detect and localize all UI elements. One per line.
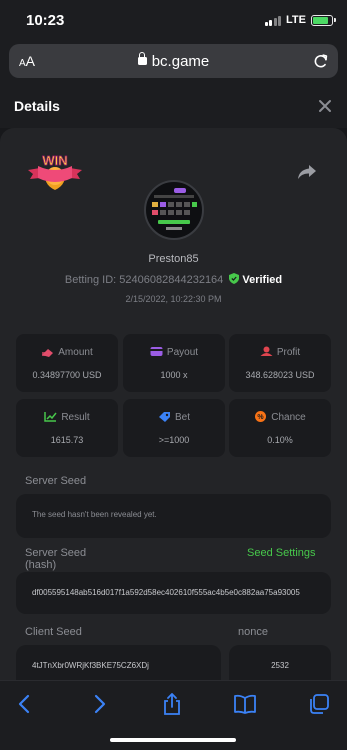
stat-label: % Chance [229, 411, 331, 423]
stat-value: 0.10% [267, 435, 293, 445]
betting-id-value: 52406082844232164 [119, 274, 224, 286]
profit-icon [260, 346, 273, 356]
stat-label-text: Payout [166, 347, 199, 358]
server-seed-field: The seed hasn't been revealed yet. [16, 494, 331, 538]
stat-card-payout: Payout 1000 x [123, 334, 225, 392]
stat-value: 348.628023 USD [245, 370, 315, 380]
stat-label: Result [16, 411, 118, 423]
bet-date: 2/15/2022, 10:22:30 PM [125, 294, 222, 304]
verified-shield-icon [229, 273, 240, 284]
stat-value: >=1000 [158, 435, 190, 445]
lock-icon [137, 52, 147, 65]
stat-label-text: Result [61, 412, 90, 423]
server-seed-hash-label: Server Seed (hash) [25, 547, 86, 571]
win-badge: WIN [28, 153, 82, 190]
status-indicators: LTE [264, 14, 336, 26]
avatar [144, 180, 204, 240]
network-label: LTE [286, 14, 306, 26]
browser-address-area: AA bc.game [0, 40, 347, 86]
avatar-image [152, 188, 197, 230]
stat-label: Profit [229, 346, 331, 358]
result-icon [44, 412, 57, 422]
stat-card-amount: Amount 0.34897700 USD [16, 334, 118, 392]
stat-card-chance: % Chance 0.10% [229, 399, 331, 457]
username: Preston85 [148, 253, 199, 265]
tabs-icon[interactable] [307, 693, 331, 715]
page-title: Details [14, 98, 60, 114]
share-icon[interactable] [297, 164, 317, 180]
betting-id-row: Betting ID: 52406082844232164 Verified [0, 273, 347, 286]
home-indicator [110, 738, 236, 742]
details-header: Details [0, 86, 347, 128]
server-seed-label: Server Seed [25, 475, 87, 487]
status-bar: 10:23 LTE [0, 0, 347, 40]
stat-value: 1000 x [160, 370, 188, 380]
stat-label: Payout [123, 346, 225, 358]
forward-icon[interactable] [87, 693, 111, 715]
win-badge-label: WIN [42, 153, 67, 168]
stat-label-text: Amount [58, 347, 93, 358]
close-icon[interactable] [317, 98, 333, 114]
client-seed-field[interactable]: 4tJTnXbr0WRjKf3BKE75CZ6XDj [16, 645, 221, 680]
url-text: bc.game [151, 53, 210, 70]
signal-icon [264, 15, 282, 26]
payout-icon [150, 347, 163, 356]
server-seed-value: The seed hasn't been revealed yet. [32, 510, 157, 519]
nonce-field[interactable]: 2532 [229, 645, 331, 680]
status-time: 10:23 [26, 12, 65, 29]
stat-card-bet: Bet >=1000 [123, 399, 225, 457]
server-seed-hash-label-line1: Server Seed [25, 547, 87, 559]
amount-icon [42, 349, 54, 357]
stat-label-text: Bet [174, 412, 190, 423]
url-display[interactable]: bc.game [9, 52, 338, 70]
share-sheet-icon[interactable] [160, 693, 184, 715]
nonce-label: nonce [238, 626, 268, 638]
stat-card-result: Result 1615.73 [16, 399, 118, 457]
reload-icon[interactable] [312, 52, 330, 70]
stat-value: 1615.73 [50, 435, 84, 445]
server-seed-hash-value: df005595148ab516d017f1a592d58ec402610f55… [32, 588, 300, 597]
stat-label-text: Profit [276, 347, 301, 358]
chance-icon: % [255, 411, 267, 422]
server-seed-hash-field[interactable]: df005595148ab516d017f1a592d58ec402610f55… [16, 572, 331, 614]
bookmarks-icon[interactable] [233, 693, 257, 715]
stat-value: 0.34897700 USD [32, 370, 102, 380]
svg-text:%: % [258, 414, 265, 421]
client-seed-label: Client Seed [25, 626, 82, 638]
stat-label: Bet [123, 411, 225, 423]
bet-icon [158, 412, 170, 422]
client-seed-value: 4tJTnXbr0WRjKf3BKE75CZ6XDj [32, 661, 149, 670]
battery-icon [311, 14, 336, 26]
stat-card-profit: Profit 348.628023 USD [229, 334, 331, 392]
nonce-value: 2532 [271, 661, 289, 670]
address-bar[interactable]: AA bc.game [9, 44, 338, 78]
seed-settings-link[interactable]: Seed Settings [247, 547, 316, 559]
betting-id-label: Betting ID: [64, 274, 117, 286]
verified-label[interactable]: Verified [242, 274, 282, 286]
server-seed-hash-label-line2: (hash) [25, 559, 57, 571]
back-icon[interactable] [13, 693, 37, 715]
stat-label: Amount [16, 346, 118, 358]
bet-details-panel: WIN Preston85 Betting ID: 52406082844232… [0, 128, 347, 680]
stat-label-text: Chance [271, 412, 306, 423]
